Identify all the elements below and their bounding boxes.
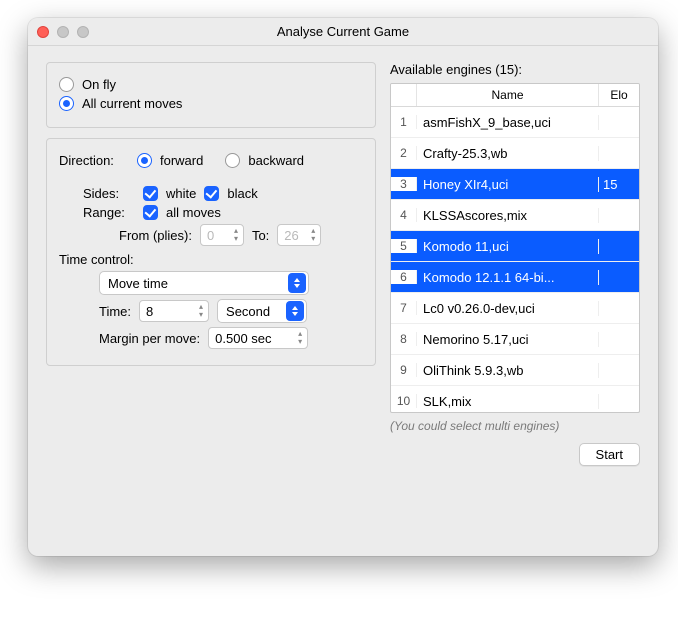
range-label: Range:: [83, 205, 135, 220]
time-unit-value: Second: [226, 304, 270, 319]
to-label: To:: [252, 228, 269, 243]
on-fly-radio[interactable]: [59, 77, 74, 92]
row-index: 2: [391, 146, 417, 160]
engine-name: SLK,mix: [417, 394, 599, 409]
row-index: 3: [391, 177, 417, 191]
table-body: 1asmFishX_9_base,uci2Crafty-25.3,wb3Hone…: [391, 107, 639, 412]
close-icon[interactable]: [37, 26, 49, 38]
row-index: 8: [391, 332, 417, 346]
available-engines-heading: Available engines (15):: [390, 62, 640, 77]
all-current-moves-radio[interactable]: [59, 96, 74, 111]
maximize-icon[interactable]: [77, 26, 89, 38]
engine-name: Crafty-25.3,wb: [417, 146, 599, 161]
margin-value: 0.500 sec: [215, 331, 291, 346]
row-index: 6: [391, 270, 417, 284]
from-plies-value: 0: [207, 228, 227, 243]
chevron-down-icon[interactable]: ▾: [231, 235, 241, 243]
select-caret-icon: [288, 273, 306, 293]
row-index: 7: [391, 301, 417, 315]
from-plies-label: From (plies):: [119, 228, 192, 243]
engines-table: Name Elo 1asmFishX_9_base,uci2Crafty-25.…: [390, 83, 640, 413]
engine-name: asmFishX_9_base,uci: [417, 115, 599, 130]
table-row[interactable]: 4KLSSAscores,mix: [391, 200, 639, 231]
start-button[interactable]: Start: [579, 443, 640, 466]
from-plies-spinner[interactable]: 0 ▴▾: [200, 224, 244, 246]
window-controls: [37, 26, 89, 38]
window-title: Analyse Current Game: [277, 24, 409, 39]
select-caret-icon: [286, 301, 304, 321]
col-elo[interactable]: Elo: [599, 84, 639, 106]
direction-label: Direction:: [59, 153, 129, 168]
engine-name: OliThink 5.9.3,wb: [417, 363, 599, 378]
time-control-type-value: Move time: [108, 276, 168, 291]
engine-name: Lc0 v0.26.0-dev,uci: [417, 301, 599, 316]
to-plies-spinner[interactable]: 26 ▴▾: [277, 224, 321, 246]
backward-radio[interactable]: [225, 153, 240, 168]
row-index: 1: [391, 115, 417, 129]
chevron-down-icon[interactable]: ▾: [308, 235, 318, 243]
time-value: 8: [146, 304, 192, 319]
all-moves-checkbox[interactable]: [143, 205, 158, 220]
col-idx[interactable]: [391, 84, 417, 106]
black-label: black: [227, 186, 257, 201]
time-spinner[interactable]: 8 ▴▾: [139, 300, 209, 322]
time-label: Time:: [99, 304, 131, 319]
margin-label: Margin per move:: [99, 331, 200, 346]
forward-radio[interactable]: [137, 153, 152, 168]
all-moves-label: all moves: [166, 205, 221, 220]
titlebar: Analyse Current Game: [28, 18, 658, 46]
table-row[interactable]: 7Lc0 v0.26.0-dev,uci: [391, 293, 639, 324]
time-unit-select[interactable]: Second: [217, 299, 307, 323]
to-plies-value: 26: [284, 228, 304, 243]
backward-label: backward: [248, 153, 304, 168]
dialog-window: Analyse Current Game On fly All current …: [28, 18, 658, 556]
engine-elo: 15: [599, 177, 639, 192]
table-row[interactable]: 1asmFishX_9_base,uci: [391, 107, 639, 138]
engine-name: Komodo 11,uci: [417, 239, 599, 254]
table-row[interactable]: 6Komodo 12.1.1 64-bi...: [391, 262, 639, 293]
row-index: 10: [391, 394, 417, 408]
table-row[interactable]: 9OliThink 5.9.3,wb: [391, 355, 639, 386]
table-row[interactable]: 8Nemorino 5.17,uci: [391, 324, 639, 355]
options-group: Direction: forward backward Sides: white…: [46, 138, 376, 366]
forward-label: forward: [160, 153, 203, 168]
row-index: 4: [391, 208, 417, 222]
row-index: 9: [391, 363, 417, 377]
margin-spinner[interactable]: 0.500 sec ▴▾: [208, 327, 308, 349]
minimize-icon[interactable]: [57, 26, 69, 38]
black-checkbox[interactable]: [204, 186, 219, 201]
engine-name: Honey XIr4,uci: [417, 177, 599, 192]
engine-name: Nemorino 5.17,uci: [417, 332, 599, 347]
on-fly-label: On fly: [82, 77, 116, 92]
sides-label: Sides:: [83, 186, 135, 201]
white-checkbox[interactable]: [143, 186, 158, 201]
table-row[interactable]: 2Crafty-25.3,wb: [391, 138, 639, 169]
table-row[interactable]: 5Komodo 11,uci: [391, 231, 639, 262]
time-control-type-select[interactable]: Move time: [99, 271, 309, 295]
mode-group: On fly All current moves: [46, 62, 376, 128]
table-row[interactable]: 3Honey XIr4,uci15: [391, 169, 639, 200]
chevron-down-icon[interactable]: ▾: [196, 311, 206, 319]
white-label: white: [166, 186, 196, 201]
row-index: 5: [391, 239, 417, 253]
engine-name: Komodo 12.1.1 64-bi...: [417, 270, 599, 285]
table-row[interactable]: 10SLK,mix: [391, 386, 639, 412]
col-name[interactable]: Name: [417, 84, 599, 106]
all-current-moves-label: All current moves: [82, 96, 182, 111]
table-header: Name Elo: [391, 84, 639, 107]
multi-select-hint: (You could select multi engines): [390, 419, 640, 433]
chevron-down-icon[interactable]: ▾: [295, 338, 305, 346]
time-control-label: Time control:: [59, 252, 363, 267]
engine-name: KLSSAscores,mix: [417, 208, 599, 223]
